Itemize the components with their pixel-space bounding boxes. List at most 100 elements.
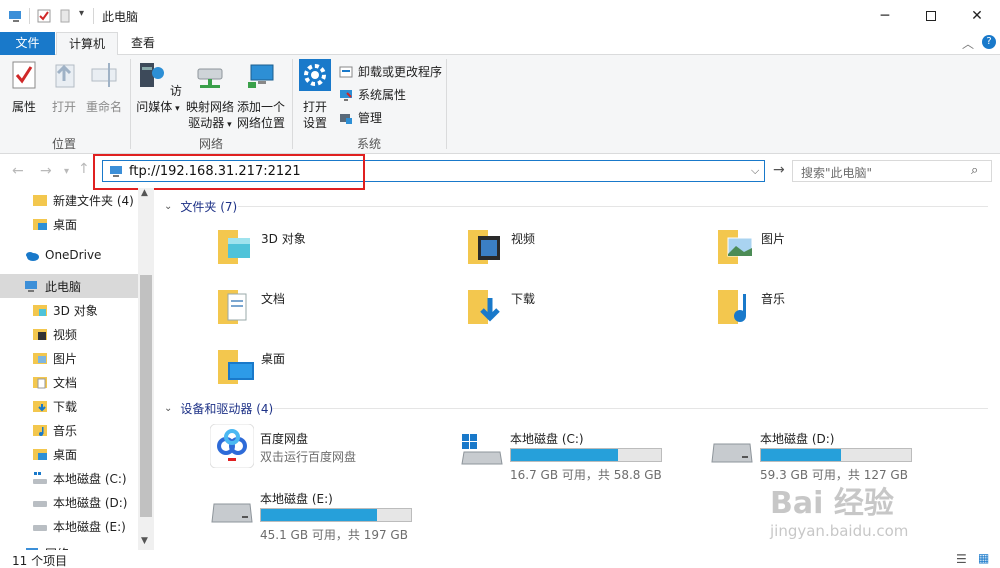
up-arrow-icon[interactable]: ↑ xyxy=(78,161,90,177)
tab-file[interactable]: 文件 xyxy=(0,32,55,55)
folder-music[interactable]: 音乐 xyxy=(716,284,956,338)
properties-check-icon[interactable] xyxy=(36,8,52,24)
sidebar-item-pictures[interactable]: 图片 xyxy=(0,346,138,370)
sidebar-item-documents[interactable]: 文档 xyxy=(0,370,138,394)
3d-objects-icon xyxy=(33,305,47,316)
add-network-location-button[interactable]: 添加一个 网络位置 xyxy=(236,59,286,131)
map-network-drive-button[interactable]: 映射网络 驱动器 ▾ xyxy=(184,59,236,133)
tab-computer[interactable]: 计算机 xyxy=(56,32,118,56)
sidebar-item-label: 下载 xyxy=(53,399,78,414)
videos-folder-icon xyxy=(468,230,500,264)
scroll-down-icon[interactable]: ▼ xyxy=(141,536,148,546)
music-folder-icon xyxy=(718,290,746,324)
address-dropdown-icon[interactable]: ⌵ xyxy=(751,164,759,178)
drive-e-item[interactable]: 本地磁盘 (E:) 45.1 GB 可用，共 197 GB xyxy=(210,484,450,544)
drive-d-item[interactable]: 本地磁盘 (D:) 59.3 GB 可用，共 127 GB xyxy=(710,424,950,484)
drive-usage-fill xyxy=(761,449,841,461)
manage-computer-icon xyxy=(340,114,352,124)
search-icon[interactable]: ⌕ xyxy=(971,163,978,178)
rename-icon xyxy=(91,63,117,87)
search-box[interactable]: 搜索"此电脑" ⌕ xyxy=(792,160,992,182)
devices-group-header[interactable]: ⌄ 设备和驱动器 (4) xyxy=(164,400,273,417)
sidebar-item-this-pc[interactable]: 此电脑 xyxy=(0,274,138,298)
drive-usage-bar xyxy=(510,448,662,462)
system-properties-button[interactable]: 系统属性 xyxy=(338,84,406,106)
sidebar-item-onedrive[interactable]: OneDrive xyxy=(0,243,138,267)
rename-button[interactable]: 重命名 xyxy=(84,59,124,115)
folder-documents[interactable]: 文档 xyxy=(216,284,456,338)
3d-objects-folder-icon xyxy=(218,230,250,264)
sidebar-item-videos[interactable]: 视频 xyxy=(0,322,138,346)
scroll-up-icon[interactable]: ▲ xyxy=(141,188,148,198)
sidebar-item-label: 桌面 xyxy=(53,447,78,462)
group-divider xyxy=(130,59,131,149)
tab-view[interactable]: 查看 xyxy=(120,32,166,55)
group-label-system: 系统 xyxy=(356,137,381,151)
downloads-icon xyxy=(33,401,47,412)
window-title: 此电脑 xyxy=(102,10,139,24)
folder-pictures[interactable]: 图片 xyxy=(716,224,956,278)
access-media-button[interactable]: 访问媒体 ▾ xyxy=(134,59,182,117)
baidu-netdisk-item[interactable]: 百度网盘 双击运行百度网盘 xyxy=(210,424,450,484)
help-icon[interactable]: ? xyxy=(982,35,996,49)
drive-space-text: 16.7 GB 可用，共 58.8 GB xyxy=(510,468,662,482)
folder-downloads[interactable]: 下载 xyxy=(466,284,706,338)
go-arrow-icon[interactable]: → xyxy=(773,162,785,178)
forward-arrow-icon[interactable]: → xyxy=(40,163,52,179)
manage-label: 管理 xyxy=(358,111,383,125)
sidebar-item-label: 本地磁盘 (D:) xyxy=(53,495,128,510)
folder-desktop[interactable]: 桌面 xyxy=(216,344,456,398)
sidebar-item-new-folder[interactable]: 新建文件夹 (4) xyxy=(0,188,138,212)
sidebar-item-drive-d[interactable]: 本地磁盘 (D:) xyxy=(0,490,138,514)
maximize-button[interactable] xyxy=(908,0,954,32)
search-input[interactable]: 搜索"此电脑" xyxy=(801,164,872,181)
sidebar-item-network[interactable]: 网络 xyxy=(0,541,138,550)
map-drive-label-2: 驱动器 xyxy=(188,116,225,130)
minimize-button[interactable]: ─ xyxy=(862,0,908,32)
details-view-icon[interactable]: ☰ xyxy=(956,552,967,566)
group-label-network: 网络 xyxy=(198,137,223,151)
properties-button[interactable]: 属性 xyxy=(4,59,44,115)
close-button[interactable]: ✕ xyxy=(954,0,1000,32)
documents-icon xyxy=(33,377,47,389)
ribbon: 属性 打开 重命名 位置 访问媒体 ▾ 映射网络 驱动器 ▾ 添加一个 网络位置… xyxy=(0,55,1000,154)
manage-button[interactable]: 管理 xyxy=(338,107,382,129)
open-settings-button[interactable]: 打开 设置 xyxy=(296,59,334,131)
watermark-text: Bai 经验 xyxy=(770,486,894,521)
recent-locations-icon[interactable]: ▾ xyxy=(64,166,69,177)
folder-label: 图片 xyxy=(761,232,786,246)
system-properties-label: 系统属性 xyxy=(358,88,407,102)
drive-icon xyxy=(211,503,253,523)
quick-access-dropdown-icon[interactable]: ▾ xyxy=(79,8,84,19)
map-drive-label: 映射网络 xyxy=(185,100,234,114)
folder-label: 桌面 xyxy=(261,352,286,366)
sidebar-item-downloads[interactable]: 下载 xyxy=(0,394,138,418)
baidu-netdisk-icon xyxy=(210,424,254,468)
new-folder-icon[interactable] xyxy=(58,8,74,24)
drive-space-text: 45.1 GB 可用，共 197 GB xyxy=(260,528,408,542)
back-arrow-icon[interactable]: ← xyxy=(12,163,24,179)
sidebar-item-drive-c[interactable]: 本地磁盘 (C:) xyxy=(0,466,138,490)
drive-c-item[interactable]: 本地磁盘 (C:) 16.7 GB 可用，共 58.8 GB xyxy=(460,424,700,484)
uninstall-programs-button[interactable]: 卸载或更改程序 xyxy=(338,61,442,83)
folders-group-header[interactable]: ⌄ 文件夹 (7) xyxy=(164,198,237,215)
music-icon xyxy=(33,425,47,436)
baidu-netdisk-name: 百度网盘 xyxy=(260,432,309,446)
sidebar-item-drive-e[interactable]: 本地磁盘 (E:) xyxy=(0,514,138,538)
folder-videos[interactable]: 视频 xyxy=(466,224,706,278)
scrollbar-thumb[interactable] xyxy=(140,275,152,517)
folder-3d-objects[interactable]: 3D 对象 xyxy=(216,224,456,278)
sidebar-item-music[interactable]: 音乐 xyxy=(0,418,138,442)
group-divider xyxy=(446,59,447,149)
collapse-ribbon-icon[interactable]: ︿ xyxy=(962,35,974,52)
sidebar-item-3d-objects[interactable]: 3D 对象 xyxy=(0,298,138,322)
sidebar-item-desktop[interactable]: 桌面 xyxy=(0,212,138,236)
large-icons-view-icon[interactable]: ▦ xyxy=(978,551,989,565)
windows-drive-icon xyxy=(461,434,503,465)
chevron-down-icon: ⌄ xyxy=(164,201,173,212)
open-button[interactable]: 打开 xyxy=(46,59,82,115)
baidu-netdisk-description: 双击运行百度网盘 xyxy=(260,450,357,464)
drive-name: 本地磁盘 (E:) xyxy=(260,492,333,506)
sidebar-item-desktop-2[interactable]: 桌面 xyxy=(0,442,138,466)
properties-label: 属性 xyxy=(11,100,36,114)
